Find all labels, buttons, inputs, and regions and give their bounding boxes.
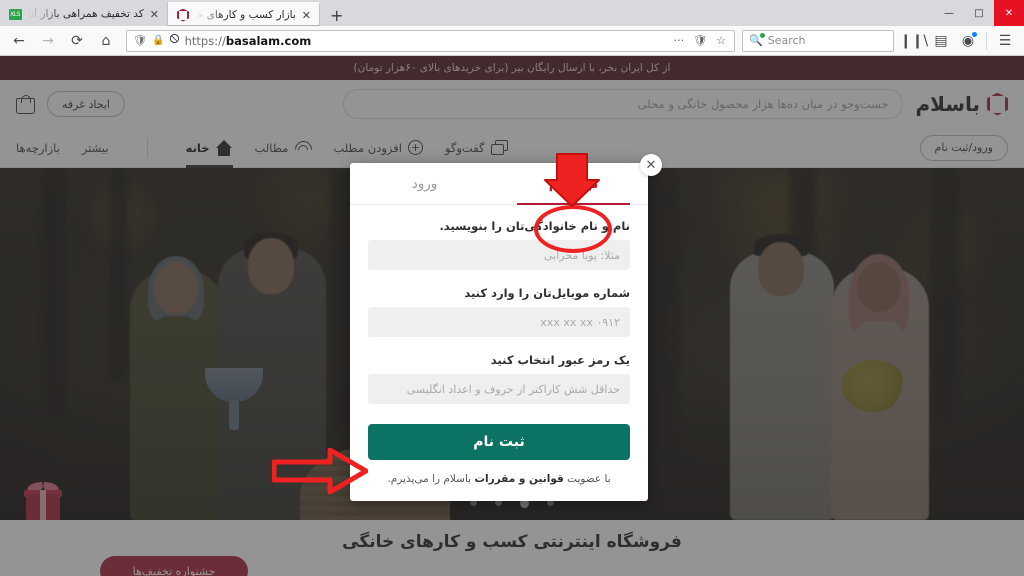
browser-toolbar: ← → ⟳ ⌂ 🛡 🔒 🛇 https://basalam.com ··· 🛡 … xyxy=(0,26,1024,56)
tab-title: بازار کسب و کارهای خانگی و محل xyxy=(196,9,296,21)
basalam-hex-icon xyxy=(176,8,190,22)
browser-tab-2[interactable]: بازار کسب و کارهای خانگی و محل ✕ xyxy=(168,2,320,26)
toolbar-right-group: ❙❙\ ▤ ◉ ☰ xyxy=(900,29,1018,53)
terms-link[interactable]: قوانین و مقررات xyxy=(474,473,563,485)
minimize-button[interactable]: — xyxy=(934,0,964,26)
new-tab-button[interactable]: + xyxy=(320,8,353,26)
library-icon[interactable]: ❙❙\ xyxy=(900,29,928,53)
terms-suffix: باسلام را می‌پذیرم. xyxy=(387,473,475,485)
tab-strip: XLS کد تخفیف همراهی بازار آنلاین مح ✕ با… xyxy=(0,0,1024,26)
sheets-icon: XLS xyxy=(8,8,22,20)
modal-body: نام و نام خانوادگی‌تان را بنویسید. شماره… xyxy=(350,205,648,485)
browser-tab-1[interactable]: XLS کد تخفیف همراهی بازار آنلاین مح ✕ xyxy=(0,2,168,26)
close-icon[interactable]: ✕ xyxy=(302,10,311,21)
sidebar-icon[interactable]: ▤ xyxy=(928,29,954,53)
search-placeholder: Search xyxy=(767,34,806,47)
terms-prefix: با عضویت xyxy=(563,473,611,485)
toolbar-divider xyxy=(986,31,987,50)
browser-search-bar[interactable]: 🔍 Search xyxy=(742,29,894,52)
forward-icon[interactable]: → xyxy=(35,29,61,53)
modal-tabs: ثبت نام ورود xyxy=(350,163,648,205)
tab-title: کد تخفیف همراهی بازار آنلاین مح xyxy=(28,8,144,20)
signup-submit-button[interactable]: ثبت نام xyxy=(368,424,630,460)
close-window-button[interactable]: ✕ xyxy=(994,0,1024,26)
maximize-button[interactable]: □ xyxy=(964,0,994,26)
tab-login[interactable]: ورود xyxy=(350,163,499,204)
window-controls: — □ ✕ xyxy=(934,0,1024,26)
reload-icon[interactable]: ⟳ xyxy=(64,29,90,53)
home-icon[interactable]: ⌂ xyxy=(93,29,119,53)
page-content: از کل ایران بخر، با ارسال رایگان بیر (بر… xyxy=(0,56,1024,576)
auth-modal: ✕ ثبت نام ورود نام و نام خانوادگی‌تان را… xyxy=(350,154,662,501)
back-icon[interactable]: ← xyxy=(6,29,32,53)
url-text: https://basalam.com xyxy=(184,33,312,48)
page-actions-icon[interactable]: ··· xyxy=(672,34,687,47)
permissions-icon[interactable]: 🛇 xyxy=(169,32,179,49)
fullname-label: نام و نام خانوادگی‌تان را بنویسید. xyxy=(439,219,630,233)
mobile-label: شماره موبایل‌تان را وارد کنید xyxy=(464,286,630,300)
tab-signup[interactable]: ثبت نام xyxy=(499,163,648,205)
terms-text: با عضویت قوانین و مقررات باسلام را می‌پذ… xyxy=(368,473,630,485)
url-bar[interactable]: 🛡 🔒 🛇 https://basalam.com ··· 🛡 ☆ xyxy=(126,29,735,52)
bookmark-star-icon[interactable]: ☆ xyxy=(714,34,728,47)
browser-window: XLS کد تخفیف همراهی بازار آنلاین مح ✕ با… xyxy=(0,0,1024,576)
lock-icon[interactable]: 🔒 xyxy=(152,35,164,46)
fullname-input[interactable] xyxy=(368,240,630,270)
password-label: یک رمز عبور انتخاب کنید xyxy=(490,353,630,367)
tracking-shield-icon[interactable]: 🛡 xyxy=(133,34,147,47)
mobile-input[interactable] xyxy=(368,307,630,337)
close-icon[interactable]: ✕ xyxy=(150,9,159,20)
search-icon: 🔍 xyxy=(749,33,765,47)
account-icon[interactable]: ◉ xyxy=(955,29,981,53)
password-input[interactable] xyxy=(368,374,630,404)
app-menu-icon[interactable]: ☰ xyxy=(992,29,1018,53)
pocket-icon[interactable]: 🛡 xyxy=(691,34,709,47)
